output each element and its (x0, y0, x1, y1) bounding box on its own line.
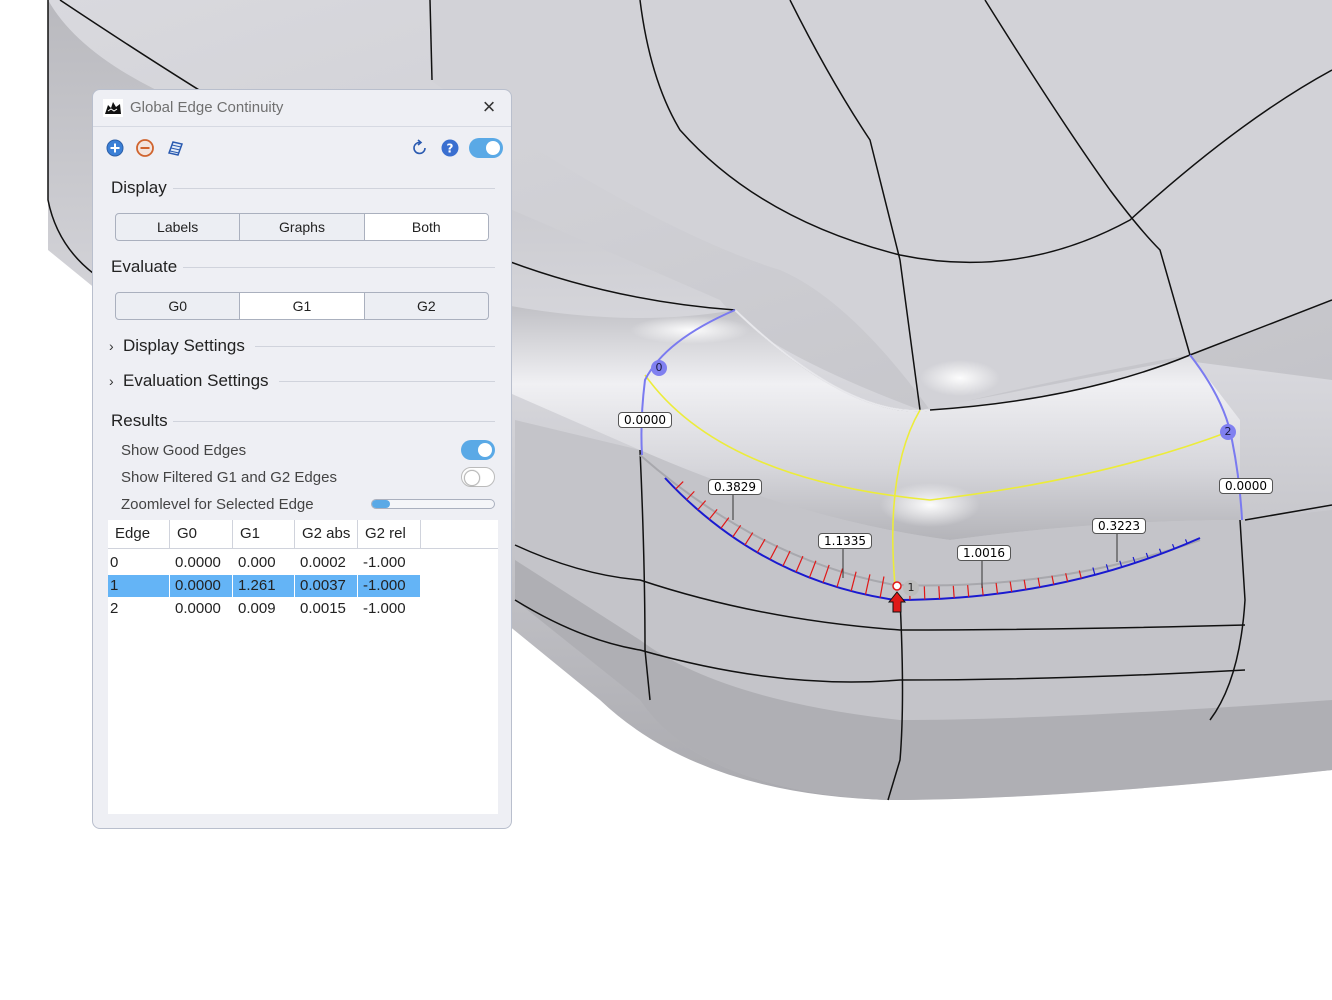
display-graphs-button[interactable]: Graphs (240, 214, 365, 240)
model-highlight (630, 316, 750, 344)
cell-g0: 0.0000 (175, 554, 221, 571)
cell-g2-abs: 0.0037 (295, 575, 358, 597)
show-good-edges-label: Show Good Edges (121, 442, 247, 459)
edge-badge-1: 1 (903, 580, 919, 596)
panel-title: Global Edge Continuity (130, 99, 284, 116)
value-label: 0.3829 (708, 479, 762, 495)
curvature-comb-hair (938, 586, 941, 599)
help-icon[interactable]: ? (440, 138, 460, 158)
column-header-g0[interactable]: G0 (170, 520, 233, 548)
cell-edge: 2 (110, 600, 119, 617)
display-labels-button[interactable]: Labels (116, 214, 241, 240)
chevron-right-icon: › (109, 373, 114, 389)
panel-titlebar[interactable]: Global Edge Continuity × (93, 90, 511, 127)
column-header-g1[interactable]: G1 (233, 520, 295, 548)
svg-text:?: ? (447, 142, 454, 156)
zoomlevel-slider[interactable] (371, 499, 495, 509)
cell-g1: 0.009 (238, 600, 276, 617)
cell-g2-rel: -1.000 (363, 600, 406, 617)
display-heading: Display (111, 178, 167, 197)
panel-enable-toggle[interactable] (469, 138, 503, 158)
show-filtered-toggle[interactable] (461, 467, 495, 487)
cell-g2-abs: 0.0015 (300, 600, 346, 617)
cell-g2-rel: -1.000 (363, 554, 406, 571)
cell-g2-rel: -1.000 (358, 575, 421, 597)
selected-point (892, 581, 902, 591)
cell-g1: 1.261 (233, 575, 295, 597)
value-label: 1.0016 (957, 545, 1011, 561)
evaluate-g2-button[interactable]: G2 (365, 293, 488, 319)
minus-circle-icon[interactable] (135, 138, 155, 158)
evaluate-g0-button[interactable]: G0 (116, 293, 241, 319)
surface-icon[interactable] (165, 138, 185, 158)
display-segmented-control: Labels Graphs Both (115, 213, 489, 241)
show-good-edges-toggle[interactable] (461, 440, 495, 460)
results-heading: Results (111, 411, 168, 430)
global-edge-continuity-panel: Global Edge Continuity × ? Display Label… (92, 89, 512, 829)
value-label: 0.0000 (618, 412, 672, 428)
value-label: 0.3223 (1092, 518, 1146, 534)
results-table: Edge G0 G1 G2 abs G2 rel 0 0.0000 0.000 … (108, 520, 498, 814)
plus-circle-icon[interactable] (105, 138, 125, 158)
chevron-right-icon: › (109, 338, 114, 354)
table-row-selected[interactable]: 1 0.0000 1.261 0.0037 -1.000 (108, 575, 421, 597)
evaluation-settings-label: Evaluation Settings (123, 371, 269, 390)
zoomlevel-label: Zoomlevel for Selected Edge (121, 496, 314, 513)
column-header-g2-abs[interactable]: G2 abs (295, 520, 358, 548)
rhino-icon (103, 99, 123, 117)
table-row[interactable]: 0 0.0000 0.000 0.0002 -1.000 (108, 552, 421, 574)
evaluate-heading: Evaluate (111, 257, 178, 276)
evaluation-settings-expander[interactable]: › Evaluation Settings (109, 371, 269, 391)
display-settings-label: Display Settings (123, 336, 245, 355)
display-both-button[interactable]: Both (364, 214, 488, 240)
column-header-g2-rel[interactable]: G2 rel (358, 520, 421, 548)
evaluate-g1-button[interactable]: G1 (240, 293, 365, 319)
value-label: 0.0000 (1219, 478, 1273, 494)
evaluate-segmented-control: G0 G1 G2 (115, 292, 489, 320)
value-label: 1.1335 (818, 533, 872, 549)
column-header-edge[interactable]: Edge (108, 520, 170, 548)
show-filtered-label: Show Filtered G1 and G2 Edges (121, 469, 337, 486)
edge-badge-2: 2 (1220, 424, 1236, 440)
cell-g1: 0.000 (238, 554, 276, 571)
cell-g0: 0.0000 (170, 575, 233, 597)
table-row[interactable]: 2 0.0000 0.009 0.0015 -1.000 (108, 598, 421, 620)
edge-badge-0: 0 (651, 360, 667, 376)
cell-edge: 1 (108, 575, 170, 597)
cell-g2-abs: 0.0002 (300, 554, 346, 571)
close-icon[interactable]: × (479, 96, 499, 118)
cell-edge: 0 (110, 554, 119, 571)
cell-g0: 0.0000 (175, 600, 221, 617)
refresh-icon[interactable] (410, 138, 430, 158)
display-settings-expander[interactable]: › Display Settings (109, 336, 245, 356)
table-header: Edge G0 G1 G2 abs G2 rel (108, 520, 498, 549)
model-highlight (920, 360, 1000, 396)
